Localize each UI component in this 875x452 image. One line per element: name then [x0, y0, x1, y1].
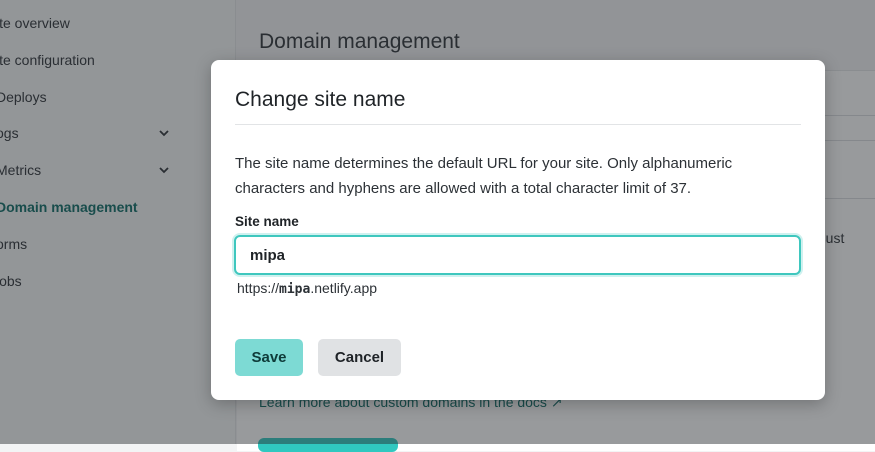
- site-name-label: Site name: [235, 214, 299, 229]
- url-suffix: .netlify.app: [310, 280, 378, 296]
- url-preview: https://mipa.netlify.app: [237, 280, 377, 297]
- site-name-input[interactable]: [236, 237, 804, 273]
- cancel-button[interactable]: Cancel: [318, 339, 401, 376]
- url-slug: mipa: [279, 282, 311, 297]
- dialog-title: Change site name: [235, 88, 406, 111]
- dialog-description: The site name determines the default URL…: [235, 155, 733, 197]
- divider: [235, 124, 801, 125]
- save-button[interactable]: Save: [235, 339, 303, 376]
- change-site-name-dialog: Change site name The site name determine…: [211, 60, 825, 400]
- url-prefix: https://: [237, 280, 280, 296]
- site-name-field-frame: [234, 235, 804, 275]
